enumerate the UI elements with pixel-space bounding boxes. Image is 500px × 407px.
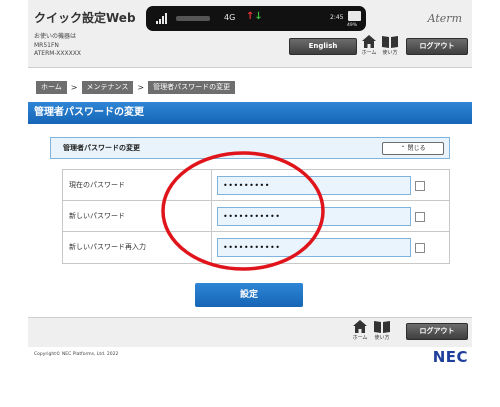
current-password-input[interactable] xyxy=(217,176,411,195)
breadcrumb-separator: > xyxy=(70,83,78,92)
footer-home-label: ホーム xyxy=(352,335,368,341)
carrier-blurred xyxy=(176,16,210,21)
breadcrumb-maintenance[interactable]: メンテナンス xyxy=(81,81,134,94)
close-section-button[interactable]: ⌃ 閉じる xyxy=(382,142,444,155)
footer-help-link[interactable]: 使い方 xyxy=(372,320,392,341)
home-link[interactable]: ホーム xyxy=(359,35,379,56)
row-divider xyxy=(211,232,212,263)
data-transfer-icon: ↑↓ xyxy=(246,11,263,22)
device-id: ATERM-XXXXXX xyxy=(34,50,81,57)
confirm-password-label: 新しいパスワード再入力 xyxy=(69,243,146,251)
set-button[interactable]: 設定 xyxy=(195,283,303,307)
copyright: Copyright© NEC Platforms, Ltd. 2022 xyxy=(34,352,119,357)
home-icon xyxy=(353,320,367,333)
breadcrumb-separator: > xyxy=(137,83,145,92)
help-label: 使い方 xyxy=(382,50,398,56)
english-button[interactable]: English xyxy=(289,38,357,55)
current-password-label: 現在のパスワード xyxy=(69,181,125,189)
book-icon xyxy=(374,321,390,333)
confirm-password-input[interactable] xyxy=(217,238,411,257)
book-icon xyxy=(382,36,398,48)
row-divider xyxy=(211,201,212,231)
battery-percent: 49% xyxy=(347,23,358,28)
breadcrumb-current: 管理者パスワードの変更 xyxy=(148,81,236,94)
header: クイック設定Web お使いの機器は MR51FN ATERM-XXXXXX 4G… xyxy=(28,0,472,68)
logout-button[interactable]: ログアウト xyxy=(406,38,468,55)
show-confirm-password-checkbox[interactable] xyxy=(415,243,425,253)
app-title: クイック設定Web xyxy=(34,11,136,25)
password-form: 現在のパスワード 新しいパスワード 新しいパスワード再入力 xyxy=(62,169,450,264)
battery-icon xyxy=(348,11,361,21)
new-password-label: 新しいパスワード xyxy=(69,212,125,220)
form-row-current-password: 現在のパスワード xyxy=(63,170,449,201)
status-time: 2:45 xyxy=(330,14,344,21)
nec-logo: NEC xyxy=(432,348,468,366)
home-icon xyxy=(362,35,376,48)
new-password-input[interactable] xyxy=(217,207,411,226)
device-status-bar: 4G ↑↓ 2:45 49% xyxy=(146,6,366,31)
device-info: お使いの機器は MR51FN ATERM-XXXXXX xyxy=(34,33,81,59)
footer-logout-button[interactable]: ログアウト xyxy=(406,323,468,340)
footer-home-link[interactable]: ホーム xyxy=(350,320,370,341)
show-current-password-checkbox[interactable] xyxy=(415,181,425,191)
page: クイック設定Web お使いの機器は MR51FN ATERM-XXXXXX 4G… xyxy=(28,0,472,407)
close-label: 閉じる xyxy=(407,145,426,152)
form-row-new-password: 新しいパスワード xyxy=(63,201,449,232)
footer-help-label: 使い方 xyxy=(374,335,390,341)
form-row-confirm-password: 新しいパスワード再入力 xyxy=(63,232,449,263)
device-model: MR51FN xyxy=(34,41,59,49)
download-arrow-icon: ↓ xyxy=(254,11,263,22)
help-link[interactable]: 使い方 xyxy=(380,35,400,56)
home-label: ホーム xyxy=(361,50,377,56)
breadcrumb-home[interactable]: ホーム xyxy=(36,81,67,94)
breadcrumb: ホーム > メンテナンス > 管理者パスワードの変更 xyxy=(36,81,236,94)
device-label: お使いの機器は xyxy=(34,33,77,40)
page-title: 管理者パスワードの変更 xyxy=(28,102,472,124)
aterm-logo: Aterm xyxy=(427,12,462,25)
signal-icon xyxy=(156,13,167,24)
row-divider xyxy=(211,170,212,200)
show-new-password-checkbox[interactable] xyxy=(415,212,425,222)
network-type: 4G xyxy=(224,13,236,22)
chevron-up-icon: ⌃ xyxy=(400,145,406,152)
